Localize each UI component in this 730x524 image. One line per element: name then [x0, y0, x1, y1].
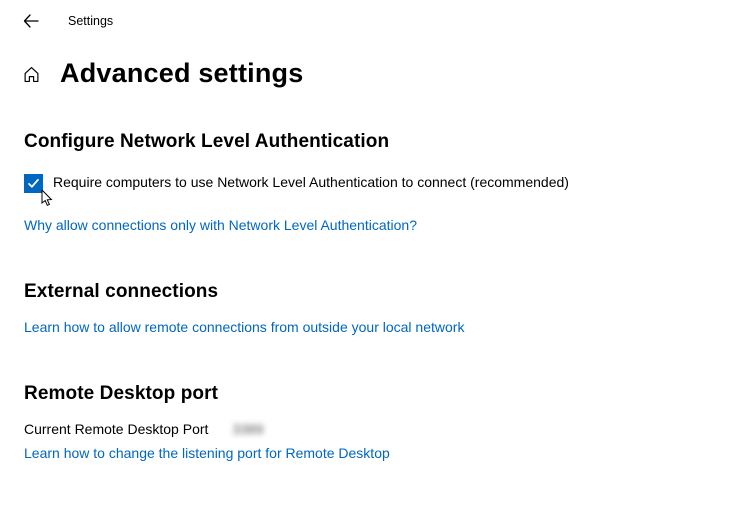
- port-value: 3389: [232, 421, 263, 437]
- external-help-link[interactable]: Learn how to allow remote connections fr…: [24, 319, 464, 335]
- section-port: Remote Desktop port Current Remote Deskt…: [24, 383, 730, 461]
- back-button[interactable]: [22, 12, 40, 30]
- home-button[interactable]: [22, 66, 40, 84]
- nla-checkbox[interactable]: [24, 174, 43, 193]
- section-heading-port: Remote Desktop port: [24, 383, 730, 405]
- cursor-icon: [41, 190, 55, 208]
- home-icon: [23, 66, 40, 83]
- port-help-link[interactable]: Learn how to change the listening port f…: [24, 445, 390, 461]
- port-label: Current Remote Desktop Port: [24, 421, 208, 437]
- arrow-left-icon: [23, 13, 39, 29]
- nla-help-link[interactable]: Why allow connections only with Network …: [24, 217, 417, 233]
- check-icon: [27, 177, 40, 190]
- section-heading-external: External connections: [24, 281, 730, 303]
- app-title: Settings: [68, 14, 113, 28]
- section-external: External connections Learn how to allow …: [24, 281, 730, 335]
- section-nla: Configure Network Level Authentication R…: [24, 131, 730, 233]
- section-heading-nla: Configure Network Level Authentication: [24, 131, 730, 153]
- nla-checkbox-label: Require computers to use Network Level A…: [53, 173, 569, 192]
- page-title: Advanced settings: [60, 58, 303, 89]
